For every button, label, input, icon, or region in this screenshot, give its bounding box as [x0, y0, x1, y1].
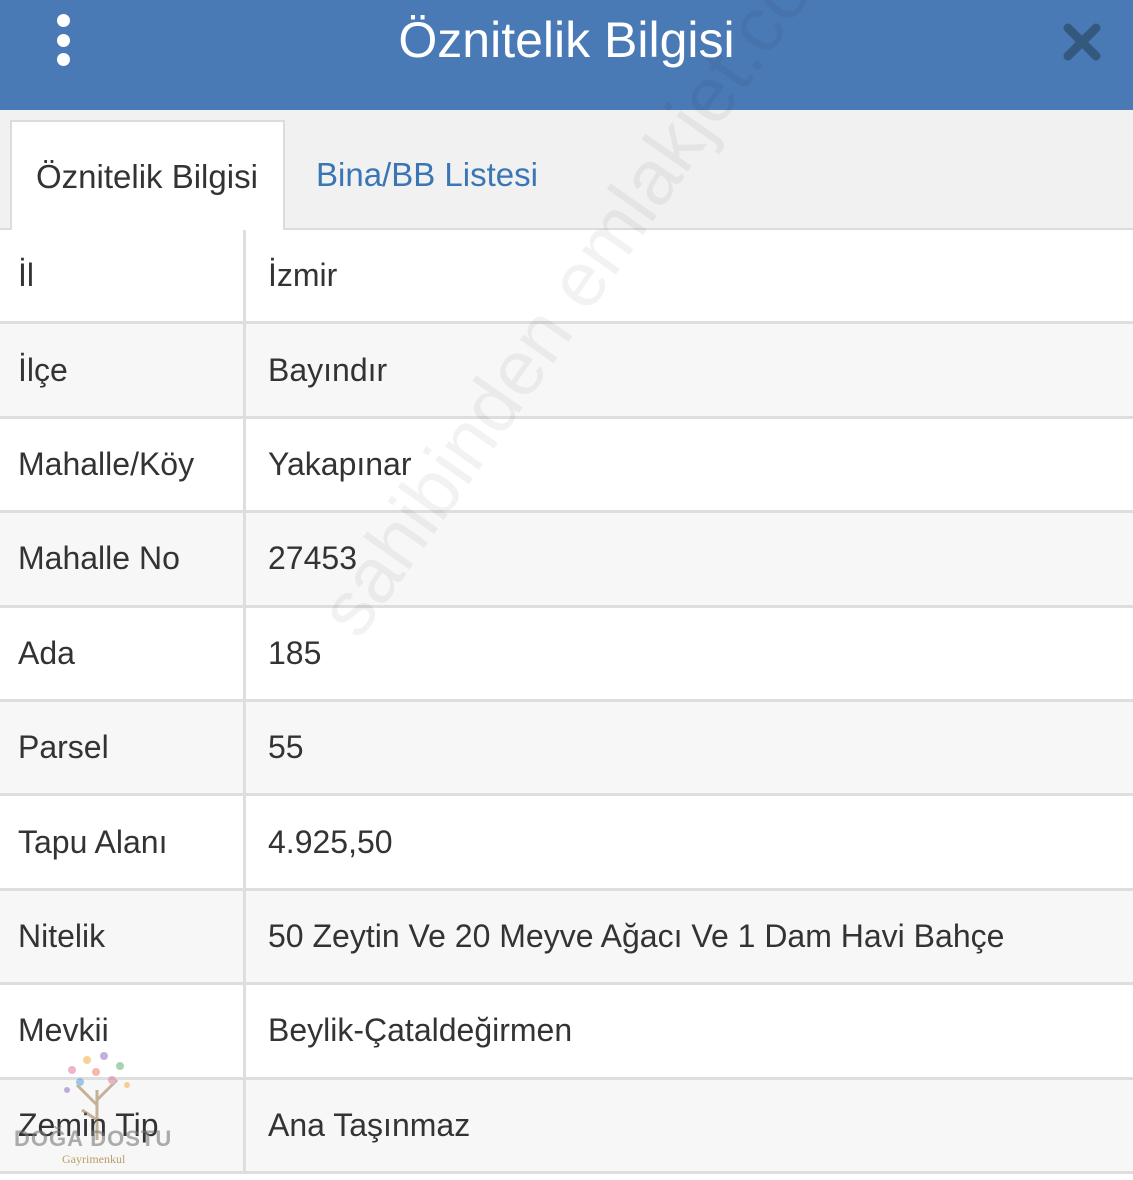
row-value: Yakapınar — [268, 445, 412, 482]
table-row: Mevkii Beylik-Çataldeğirmen — [0, 985, 1133, 1080]
row-value: 185 — [268, 634, 322, 671]
row-label: Ada — [0, 607, 246, 699]
close-icon[interactable] — [1060, 20, 1104, 64]
row-value: 27453 — [268, 540, 357, 577]
row-value: 55 — [268, 729, 304, 766]
dialog-title: Öznitelik Bilgisi — [398, 12, 735, 68]
row-label: Mahalle/Köy — [0, 418, 246, 511]
row-value: Ana Taşınmaz — [268, 1106, 471, 1143]
row-label: Mahalle No — [0, 513, 246, 605]
row-value: Bayındır — [268, 351, 388, 388]
table-row: Parsel 55 — [0, 701, 1133, 797]
row-value: 4.925,50 — [268, 823, 393, 860]
table-row: Tapu Alanı 4.925,50 — [0, 796, 1133, 891]
tab-bar: Öznitelik Bilgisi Bina/BB Listesi — [0, 110, 1133, 230]
header-bar: Öznitelik Bilgisi — [0, 0, 1133, 110]
table-row: Nitelik 50 Zeytin Ve 20 Meyve Ağacı Ve 1… — [0, 890, 1133, 986]
row-label: Tapu Alanı — [0, 796, 246, 888]
tab-bina-bb-listesi[interactable]: Bina/BB Listesi — [292, 120, 562, 230]
row-label: İl — [0, 230, 246, 322]
table-row: Mahalle/Köy Yakapınar — [0, 418, 1133, 514]
table-row: İl İzmir — [0, 230, 1133, 325]
logo-subtitle: Gayrimenkul — [62, 1152, 126, 1166]
row-label: İlçe — [0, 324, 246, 416]
logo-name: DOĞA DOSTU — [14, 1126, 173, 1151]
row-value: Beylik-Çataldeğirmen — [268, 1012, 573, 1049]
row-label: Parsel — [0, 701, 246, 794]
row-label: Nitelik — [0, 890, 246, 983]
row-label: Mevkii — [0, 985, 246, 1077]
tab-oznitelik-bilgisi[interactable]: Öznitelik Bilgisi — [10, 120, 285, 230]
row-value: 50 Zeytin Ve 20 Meyve Ağacı Ve 1 Dam Hav… — [268, 917, 1005, 954]
table-row: Mahalle No 27453 — [0, 513, 1133, 608]
row-value: İzmir — [268, 257, 338, 294]
table-row: Ada 185 — [0, 607, 1133, 702]
table-row: İlçe Bayındır — [0, 324, 1133, 419]
attribute-table: İl İzmir İlçe Bayındır Mahalle/Köy Yakap… — [0, 230, 1133, 1174]
